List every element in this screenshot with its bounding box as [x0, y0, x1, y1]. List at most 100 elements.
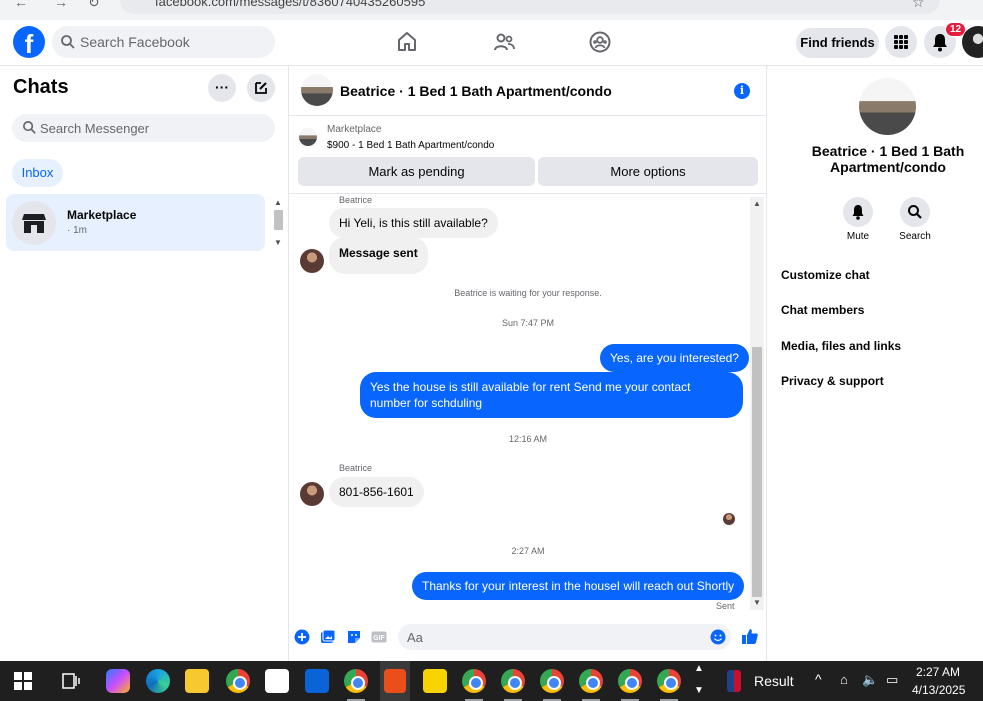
info-icon[interactable]: i: [734, 83, 750, 99]
chat-info-title: Beatrice · 1 Bed 1 Bath Apartment/condo: [811, 143, 965, 175]
marketplace-avatar: [12, 201, 56, 245]
chrome-profile-icon[interactable]: [618, 669, 642, 693]
marketplace-label: Marketplace: [327, 124, 382, 135]
task-view-icon[interactable]: [62, 672, 80, 690]
profile-avatar[interactable]: [962, 26, 983, 58]
media-files-links-link[interactable]: Media, files and links: [781, 339, 901, 353]
chrome-profile-icon[interactable]: [501, 669, 525, 693]
outgoing-message[interactable]: Yes, are you interested?: [600, 344, 749, 372]
copilot-icon[interactable]: [106, 669, 130, 693]
customize-chat-link[interactable]: Customize chat: [781, 268, 870, 282]
thumbs-up-icon[interactable]: [741, 627, 759, 645]
volume-icon[interactable]: 🔈: [862, 672, 878, 688]
incoming-message[interactable]: Message sent: [329, 237, 428, 274]
back-icon[interactable]: ←: [14, 0, 28, 10]
clock-date[interactable]: 4/13/2025: [912, 683, 965, 697]
thread-scrollbar[interactable]: ▲ ▼: [750, 197, 764, 610]
chat-list-item-marketplace[interactable]: Marketplace · 1m: [6, 194, 265, 251]
beatrice-avatar[interactable]: [300, 482, 324, 506]
meet-now-icon[interactable]: ⌂: [840, 672, 848, 687]
groups-icon[interactable]: [588, 30, 612, 54]
facebook-search-box[interactable]: [52, 26, 275, 58]
facebook-logo[interactable]: f: [13, 26, 45, 58]
nba-logo-icon[interactable]: [727, 670, 741, 692]
network-icon[interactable]: ▭: [886, 672, 898, 688]
result-widget-label[interactable]: Result: [754, 673, 794, 689]
gif-icon[interactable]: GIF: [371, 629, 387, 645]
outlook-icon[interactable]: [305, 669, 329, 693]
microsoft-store-icon[interactable]: [265, 669, 289, 693]
scroll-down-arrow-icon[interactable]: ▼: [274, 238, 282, 247]
home-icon[interactable]: [395, 30, 419, 54]
plus-circle-icon[interactable]: [294, 629, 310, 645]
inbox-tab[interactable]: Inbox: [12, 159, 63, 187]
outgoing-message[interactable]: Thanks for your interest in the houseI w…: [412, 572, 745, 600]
emoji-icon[interactable]: [710, 629, 726, 645]
grid-menu-icon: [894, 35, 908, 49]
clock-time[interactable]: 2:27 AM: [916, 665, 960, 679]
taskbar-scroll-down-icon[interactable]: ▼: [694, 685, 704, 696]
message-input-box[interactable]: [398, 624, 731, 650]
scroll-thumb[interactable]: [274, 210, 283, 230]
compose-icon: [255, 82, 267, 94]
search-label: Search: [899, 231, 931, 242]
show-hidden-icons-icon[interactable]: ^: [815, 671, 822, 687]
read-receipt-avatar: [723, 513, 735, 525]
chrome-profile-icon[interactable]: [344, 669, 368, 693]
beatrice-avatar[interactable]: [300, 249, 324, 273]
messenger-search-input[interactable]: [40, 114, 260, 142]
sticker-icon[interactable]: [346, 629, 362, 645]
incoming-message[interactable]: 801-856-1601: [329, 477, 424, 507]
privacy-support-link[interactable]: Privacy & support: [781, 374, 884, 388]
scroll-thumb[interactable]: [752, 347, 762, 597]
conversation-pane: Beatrice · 1 Bed 1 Bath Apartment/condo …: [289, 66, 767, 661]
sender-name: Beatrice: [339, 463, 373, 473]
taskbar-scroll-up-icon[interactable]: ▲: [694, 663, 704, 674]
chat-time: · 1m: [67, 225, 87, 236]
address-bar-text: facebook.com/messages/t/8360740435260595: [155, 0, 426, 9]
file-explorer-icon[interactable]: [185, 669, 209, 693]
incoming-message[interactable]: Hi Yeli, is this still available?: [329, 208, 498, 238]
chat-options-button[interactable]: ···: [208, 74, 236, 102]
facebook-search-input[interactable]: [80, 26, 270, 58]
edge-browser-icon[interactable]: [146, 669, 170, 693]
chat-members-link[interactable]: Chat members: [781, 303, 864, 317]
windows-start-icon[interactable]: [14, 672, 32, 690]
scroll-down-arrow-icon[interactable]: ▼: [753, 598, 761, 607]
photo-icon[interactable]: [320, 629, 336, 645]
scroll-up-arrow-icon[interactable]: ▲: [274, 198, 282, 207]
chrome-profile-icon[interactable]: [462, 669, 486, 693]
timestamp: 12:16 AM: [508, 434, 548, 444]
chrome-icon[interactable]: [226, 669, 250, 693]
listing-profile-image[interactable]: [859, 78, 916, 135]
listing-thumbnail[interactable]: [301, 74, 333, 106]
outgoing-message[interactable]: Yes the house is still available for ren…: [360, 372, 743, 418]
chrome-profile-icon[interactable]: [657, 669, 681, 693]
chrome-profile-icon[interactable]: [579, 669, 603, 693]
forward-icon[interactable]: →: [54, 0, 68, 10]
sender-name: Beatrice: [339, 195, 373, 205]
storefront-icon: [22, 214, 46, 233]
search-action[interactable]: Search: [885, 197, 945, 242]
chrome-profile-icon[interactable]: [540, 669, 564, 693]
scroll-up-arrow-icon[interactable]: ▲: [753, 199, 761, 208]
bookmark-star-icon[interactable]: ☆: [912, 0, 925, 11]
sticky-notes-icon[interactable]: [423, 669, 447, 693]
find-friends-button[interactable]: Find friends: [796, 28, 879, 58]
message-input[interactable]: [407, 624, 697, 650]
reload-icon[interactable]: ↻: [88, 0, 100, 11]
facebook-top-nav: f Find friends 12: [0, 20, 983, 66]
snipping-tool-icon[interactable]: [384, 669, 406, 693]
friends-icon[interactable]: [492, 30, 516, 54]
mute-action[interactable]: Mute: [828, 197, 888, 242]
listing-title[interactable]: $900 - 1 Bed 1 Bath Apartment/condo: [327, 140, 494, 151]
conversation-header: Beatrice · 1 Bed 1 Bath Apartment/condo …: [289, 66, 767, 116]
messenger-search-box[interactable]: [12, 114, 275, 142]
mark-as-pending-button[interactable]: Mark as pending: [298, 157, 535, 186]
menu-button[interactable]: [885, 26, 917, 58]
chat-list-scrollbar[interactable]: ▲ ▼: [270, 194, 287, 254]
windows-taskbar: ▲ ▼ Result ^ ⌂ 🔈 ▭ 2:27 AM 4/13/2025: [0, 661, 983, 701]
more-options-button[interactable]: More options: [538, 157, 758, 186]
new-message-button[interactable]: [247, 74, 275, 102]
conversation-title[interactable]: Beatrice · 1 Bed 1 Bath Apartment/condo: [340, 83, 612, 99]
